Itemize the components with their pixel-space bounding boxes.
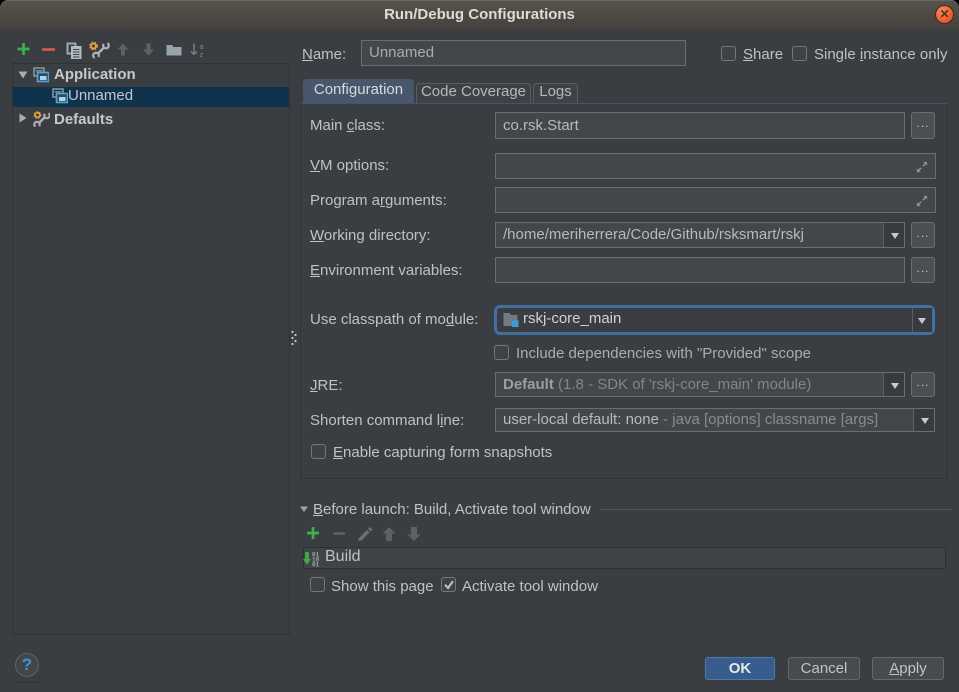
svg-text:01: 01 [312,562,320,568]
svg-text:z: z [200,50,204,59]
